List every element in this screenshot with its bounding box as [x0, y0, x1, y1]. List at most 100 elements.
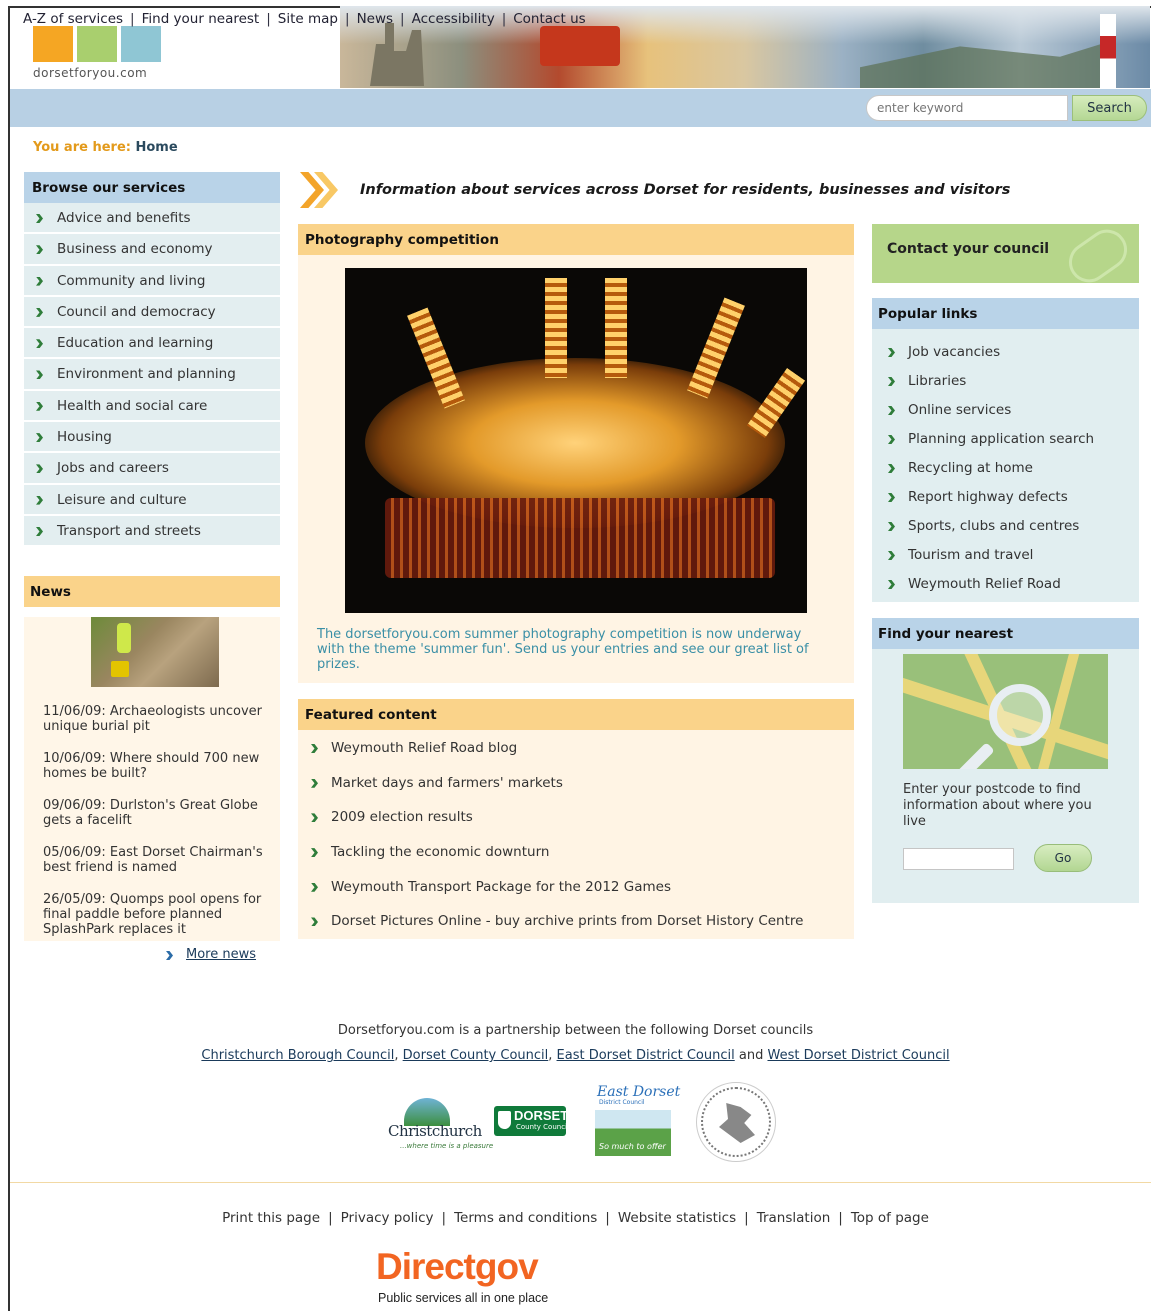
nav-news[interactable]: News [357, 11, 393, 27]
dorset-county-logo[interactable]: DORSET County Council [494, 1106, 569, 1136]
chevron-right-icon [36, 339, 43, 349]
chevron-right-icon [888, 435, 895, 444]
browse-item-education[interactable]: Education and learning [24, 328, 280, 360]
chevron-right-icon [166, 951, 173, 960]
east-dorset-link[interactable]: East Dorset District Council [557, 1048, 735, 1063]
terms-link[interactable]: Terms and conditions [454, 1210, 597, 1226]
chevron-right-icon [311, 848, 318, 858]
popular-link[interactable]: Job vacancies [872, 337, 1139, 366]
directgov-brand: Directgov [376, 1246, 539, 1287]
chevron-right-icon [311, 813, 318, 823]
dorset-county-link[interactable]: Dorset County Council [403, 1048, 549, 1063]
chevron-right-icon [888, 377, 895, 386]
council-links: Christchurch Borough Council, Dorset Cou… [201, 1048, 950, 1063]
featured-item[interactable]: Weymouth Relief Road blog [298, 730, 854, 765]
logo-square-green [77, 26, 117, 62]
christchurch-link[interactable]: Christchurch Borough Council [201, 1048, 394, 1063]
featured-title: Featured content [298, 699, 854, 730]
featured-item[interactable]: Weymouth Transport Package for the 2012 … [298, 869, 854, 904]
chevron-right-icon [36, 245, 43, 255]
featured-item[interactable]: 2009 election results [298, 799, 854, 834]
website-statistics-link[interactable]: Website statistics [618, 1210, 736, 1226]
logo-text: dorsetforyou.com [33, 66, 148, 80]
chevron-right-icon [311, 917, 318, 927]
popular-link[interactable]: Online services [872, 395, 1139, 424]
main-nav: A-Z of services | Find your nearest | Site m… [23, 11, 586, 27]
chevron-right-icon [888, 406, 895, 415]
search-button[interactable]: Search [1072, 95, 1147, 121]
intro-banner: Information about services across Dorset… [300, 172, 1010, 210]
christchurch-logo[interactable]: Christchurch ...where time is a pleasure [388, 1090, 493, 1154]
nav-find-nearest[interactable]: Find your nearest [142, 11, 260, 27]
west-dorset-link[interactable]: West Dorset District Council [767, 1048, 949, 1063]
breadcrumb-current: Home [135, 140, 178, 155]
more-news: More news [166, 947, 256, 962]
chevron-right-icon [888, 464, 895, 473]
browse-item-transport[interactable]: Transport and streets [24, 515, 280, 548]
find-nearest-title: Find your nearest [872, 618, 1139, 649]
news-item[interactable]: 05/06/09: East Dorset Chairman's best fr… [24, 845, 280, 875]
nav-site-map[interactable]: Site map [278, 11, 338, 27]
browse-item-advice[interactable]: Advice and benefits [24, 203, 280, 235]
popular-link[interactable]: Recycling at home [872, 453, 1139, 482]
chevron-right-icon [36, 307, 43, 317]
popular-link[interactable]: Libraries [872, 366, 1139, 395]
popular-link[interactable]: Tourism and travel [872, 540, 1139, 569]
popular-link[interactable]: Sports, clubs and centres [872, 511, 1139, 540]
news-item[interactable]: 11/06/09: Archaeologists uncover unique … [24, 704, 280, 734]
directgov-logo[interactable]: Directgov Public services all in one pla… [376, 1246, 576, 1308]
nav-accessibility[interactable]: Accessibility [412, 11, 495, 27]
east-dorset-logo[interactable]: East Dorset District Council So much to … [595, 1084, 680, 1158]
go-button[interactable]: Go [1034, 844, 1092, 872]
nav-a-z[interactable]: A-Z of services [23, 11, 123, 27]
browse-title: Browse our services [24, 172, 280, 203]
news-item[interactable]: 26/05/09: Quomps pool opens for final pa… [24, 892, 280, 937]
contact-council-button[interactable]: Contact your council [872, 224, 1139, 283]
chevron-right-icon [311, 882, 318, 892]
partnership-text: Dorsetforyou.com is a partnership betwee… [337, 1023, 814, 1038]
browse-item-environment[interactable]: Environment and planning [24, 359, 280, 391]
find-nearest-description: Enter your postcode to find information … [903, 782, 1092, 829]
browse-item-leisure[interactable]: Leisure and culture [24, 484, 280, 516]
browse-item-health[interactable]: Health and social care [24, 390, 280, 423]
chevron-right-icon [36, 526, 43, 536]
news-panel: News 11/06/09: Archaeologists uncover un… [24, 576, 280, 941]
popular-link[interactable]: Planning application search [872, 424, 1139, 453]
top-of-page-link[interactable]: Top of page [851, 1210, 929, 1226]
browse-item-community[interactable]: Community and living [24, 265, 280, 297]
search-input[interactable] [866, 95, 1068, 121]
browse-item-council[interactable]: Council and democracy [24, 296, 280, 329]
plug-icon [1061, 224, 1135, 283]
chevron-right-icon [36, 401, 43, 411]
west-dorset-logo[interactable] [696, 1082, 776, 1162]
more-news-link[interactable]: More news [186, 947, 256, 962]
featured-item[interactable]: Market days and farmers' markets [298, 765, 854, 800]
chevron-right-icon [888, 493, 895, 502]
popular-title: Popular links [872, 298, 1139, 329]
featured-item[interactable]: Dorset Pictures Online - buy archive pri… [298, 903, 854, 938]
chevron-right-icon [36, 433, 43, 443]
popular-link[interactable]: Weymouth Relief Road [872, 569, 1139, 598]
map-magnifier-image [903, 654, 1108, 769]
featured-item[interactable]: Tackling the economic downturn [298, 834, 854, 869]
print-page-link[interactable]: Print this page [222, 1210, 320, 1226]
chevron-right-icon [888, 580, 895, 589]
browse-item-housing[interactable]: Housing [24, 422, 280, 454]
nav-contact-us[interactable]: Contact us [513, 11, 585, 27]
chevron-right-icon [888, 551, 895, 560]
logo-square-orange [33, 26, 73, 62]
privacy-policy-link[interactable]: Privacy policy [341, 1210, 434, 1226]
browse-item-business[interactable]: Business and economy [24, 234, 280, 266]
browse-item-jobs[interactable]: Jobs and careers [24, 453, 280, 485]
postcode-input[interactable] [903, 848, 1014, 870]
breadcrumb: You are here: Home [33, 140, 178, 155]
popular-link[interactable]: Report highway defects [872, 482, 1139, 511]
translation-link[interactable]: Translation [757, 1210, 831, 1226]
news-item[interactable]: 09/06/09: Durlston's Great Globe gets a … [24, 798, 280, 828]
carousel-photo[interactable] [345, 268, 807, 613]
photo-caption[interactable]: The dorsetforyou.com summer photography … [317, 627, 827, 672]
news-item[interactable]: 10/06/09: Where should 700 new homes be … [24, 751, 280, 781]
news-image[interactable] [91, 617, 219, 687]
contact-council-label: Contact your council [887, 241, 1050, 257]
chevron-right-icon [36, 276, 43, 286]
